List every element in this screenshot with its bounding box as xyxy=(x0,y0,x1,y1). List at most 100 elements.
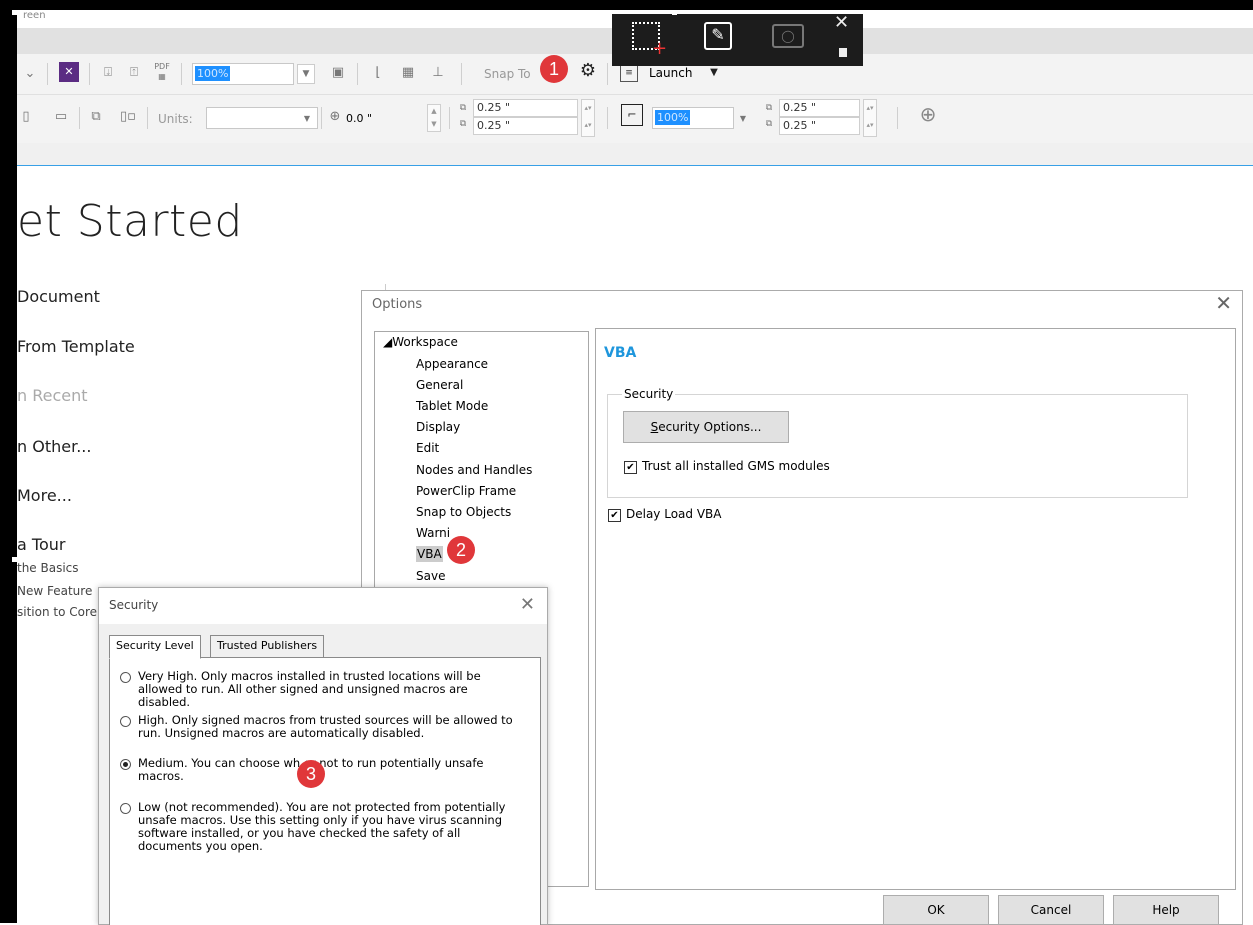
tree-item-snap-to-objects[interactable]: Snap to Objects xyxy=(416,504,511,520)
launch-icon[interactable]: ≡ xyxy=(620,64,638,82)
tour-basics-link[interactable]: the Basics xyxy=(17,561,79,575)
show-guidelines-icon[interactable]: ⊥ xyxy=(429,64,447,82)
selection-handle-left xyxy=(12,557,17,562)
trust-gms-label[interactable]: Trust all installed GMS modules xyxy=(642,459,830,473)
camera-icon[interactable]: ◯ xyxy=(772,24,804,48)
launch-button[interactable]: Launch xyxy=(649,66,692,80)
dropdown-arrow-icon[interactable]: ⌄ xyxy=(23,65,37,83)
screen-border-top xyxy=(0,0,1253,10)
nudge-distance-value[interactable]: 0.0 " xyxy=(346,112,372,125)
delay-load-vba-label[interactable]: Delay Load VBA xyxy=(626,507,721,521)
tree-item-general[interactable]: General xyxy=(416,377,463,393)
tree-item-display[interactable]: Display xyxy=(416,419,460,435)
security-group-label: Security xyxy=(622,387,676,401)
export-pdf-icon[interactable]: PDF ▦ xyxy=(151,62,173,82)
edit-icon[interactable]: ✎ xyxy=(704,22,732,50)
radio-high[interactable] xyxy=(120,716,131,727)
launch-dropdown-icon[interactable]: ▼ xyxy=(707,64,721,82)
step-badge-3: 3 xyxy=(297,760,325,788)
get-started-title: et Started xyxy=(17,196,243,247)
tour-transition-link[interactable]: sition to Core xyxy=(17,605,97,619)
duplicate-distance-icon: ⧉ ⧉ xyxy=(459,103,467,129)
super-nudge-y-field[interactable]: 0.25 " xyxy=(779,117,860,135)
scale-icon[interactable]: ⌐ xyxy=(621,104,643,126)
option-very-high-text: Very High. Only macros installed in trus… xyxy=(138,669,481,709)
duplicate-spinner[interactable]: ▴▾ ▴▾ xyxy=(581,99,595,137)
toolbar-separator xyxy=(607,63,608,85)
toolbar-separator xyxy=(449,107,450,129)
property-bar: ▯ ▭ ⧉ ▯▫ Units: ▼ ⊕ 0.0 " ▲ ▼ ⧉ ⧉ 0.25 " 0… xyxy=(17,95,1253,143)
cancel-button[interactable]: Cancel xyxy=(998,895,1104,925)
zoom-level-value: 100% xyxy=(195,66,231,81)
open-recent-link[interactable]: n Recent xyxy=(17,386,88,405)
tree-item-vba[interactable]: VBA xyxy=(416,546,443,562)
vba-settings-panel: VBA Security Security Options... ✔ Trust… xyxy=(595,328,1236,890)
ok-button[interactable]: OK xyxy=(883,895,989,925)
scale-value: 100% xyxy=(655,110,691,125)
landscape-icon[interactable]: ▭ xyxy=(51,108,71,126)
tree-item-appearance[interactable]: Appearance xyxy=(416,356,488,372)
scale-field[interactable]: 100% xyxy=(652,107,734,129)
toolbar-separator xyxy=(89,63,90,85)
portrait-icon[interactable]: ▯ xyxy=(17,108,35,126)
delay-load-vba-checkbox[interactable]: ✔ xyxy=(608,509,621,522)
close-icon[interactable]: ✕ xyxy=(834,12,849,33)
scale-dropdown-icon[interactable]: ▼ xyxy=(737,110,749,128)
super-nudge-spinner[interactable]: ▴▾ ▴▾ xyxy=(863,99,877,137)
tree-item-workspace[interactable]: ◢Workspace xyxy=(383,334,458,350)
radio-medium[interactable] xyxy=(120,759,131,770)
region-capture-plus-icon: + xyxy=(652,38,668,59)
resize-grip-icon[interactable] xyxy=(839,48,847,57)
radio-very-high[interactable] xyxy=(120,672,131,683)
all-pages-icon[interactable]: ⧉ xyxy=(87,108,105,126)
import-icon[interactable]: ⍗ xyxy=(99,64,117,82)
new-from-template-link[interactable]: From Template xyxy=(17,337,135,356)
add-preset-icon[interactable]: ⊕ xyxy=(917,104,939,124)
full-screen-preview-icon[interactable]: ▣ xyxy=(329,64,347,82)
show-rulers-icon[interactable]: ⌊ xyxy=(369,64,387,82)
tab-security-level[interactable]: Security Level xyxy=(109,635,201,659)
option-low-text: Low (not recommended). You are not prote… xyxy=(138,800,506,853)
security-options-label: ecurity Options... xyxy=(658,420,762,434)
toolbar-separator xyxy=(461,63,462,85)
duplicate-y-field[interactable]: 0.25 " xyxy=(473,117,578,135)
show-grid-icon[interactable]: ▦ xyxy=(399,64,417,82)
tab-trusted-publishers[interactable]: Trusted Publishers xyxy=(210,635,325,659)
radio-low[interactable] xyxy=(120,803,131,814)
tree-item-save[interactable]: Save xyxy=(416,568,445,584)
take-a-tour-link[interactable]: a Tour xyxy=(17,535,65,554)
new-document-link[interactable]: Document xyxy=(17,287,100,306)
current-page-icon[interactable]: ▯▫ xyxy=(117,108,139,126)
units-label: Units: xyxy=(158,112,193,126)
tree-expand-icon: ◢ xyxy=(383,335,393,349)
snap-to-button[interactable]: Snap To xyxy=(484,67,531,81)
trust-gms-checkbox[interactable]: ✔ xyxy=(624,461,637,474)
gear-icon[interactable]: ⚙ xyxy=(577,62,599,80)
toolbar-separator xyxy=(147,107,148,129)
tree-item-tablet-mode[interactable]: Tablet Mode xyxy=(416,398,488,414)
get-more-link[interactable]: More... xyxy=(17,486,72,505)
units-dropdown-icon[interactable]: ▼ xyxy=(301,110,313,128)
help-button[interactable]: Help xyxy=(1113,895,1219,925)
toolbar-separator xyxy=(181,63,182,85)
corel-connect-icon[interactable]: ✕ xyxy=(59,62,79,82)
tree-item-edit[interactable]: Edit xyxy=(416,440,439,456)
security-dialog: Security ✕ Security Level Trusted Publis… xyxy=(98,587,548,925)
tree-item-powerclip-frame[interactable]: PowerClip Frame xyxy=(416,483,516,499)
nudge-spinner[interactable]: ▲ ▼ xyxy=(427,104,441,132)
open-other-link[interactable]: n Other... xyxy=(17,437,91,456)
tour-new-features-link[interactable]: New Feature xyxy=(17,584,92,598)
tree-item-warnings[interactable]: Warni xyxy=(416,525,450,541)
zoom-level-field[interactable]: 100% xyxy=(192,63,294,85)
zoom-dropdown-icon[interactable]: ▼ xyxy=(297,64,315,84)
security-options-button[interactable]: Security Options... xyxy=(623,411,789,443)
options-close-icon[interactable]: ✕ xyxy=(1215,291,1232,315)
duplicate-x-field[interactable]: 0.25 " xyxy=(473,99,578,117)
super-nudge-x-field[interactable]: 0.25 " xyxy=(779,99,860,117)
export-icon[interactable]: ⍐ xyxy=(125,64,143,82)
toolbar-separator xyxy=(897,107,898,129)
tree-item-nodes-and-handles[interactable]: Nodes and Handles xyxy=(416,462,532,478)
security-close-icon[interactable]: ✕ xyxy=(520,594,535,615)
nudge-xy-icon: ⧉ ⧉ xyxy=(765,103,773,129)
toolbar-separator xyxy=(79,107,80,129)
